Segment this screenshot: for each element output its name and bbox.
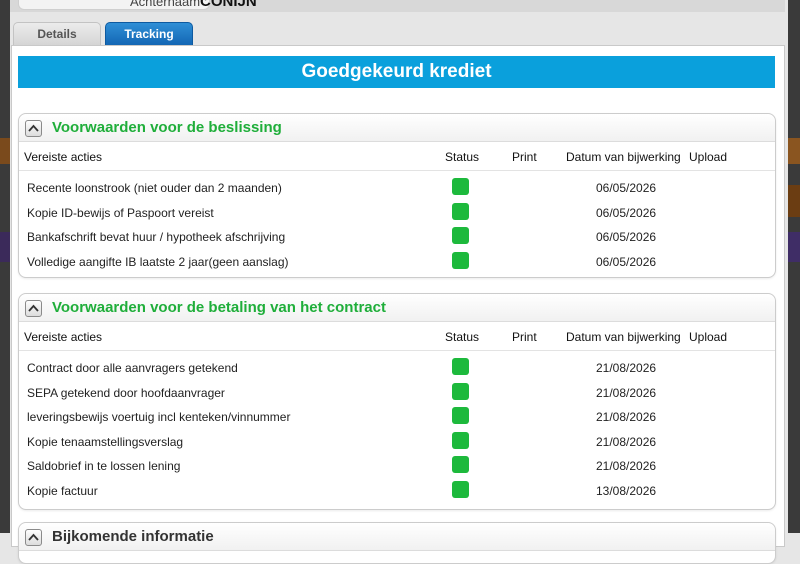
surname-label: Achternaam : <box>130 0 208 9</box>
col-date: Datum van bijwerking <box>566 150 681 164</box>
tab-details[interactable]: Details <box>13 22 101 45</box>
status-indicator <box>452 480 469 498</box>
section-decision-conditions: Voorwaarden voor de beslissing Vereiste … <box>18 113 776 278</box>
table-row: Kopie factuur 13/08/2026 <box>19 478 775 503</box>
col-print: Print <box>512 150 537 164</box>
col-upload: Upload <box>689 330 728 344</box>
section-header: Bijkomende informatie <box>19 523 775 551</box>
col-print: Print <box>512 330 537 344</box>
action-text: Kopie ID-bewijs of Paspoort vereist <box>27 205 214 220</box>
section-title: Voorwaarden voor de betaling van het con… <box>52 299 386 316</box>
status-indicator <box>452 227 469 245</box>
status-indicator <box>452 178 469 195</box>
surname-field: Achternaam : CONIJN <box>10 0 785 12</box>
action-text: Kopie tenaamstellingsverslag <box>27 434 184 449</box>
update-date: 13/08/2026 <box>596 483 657 498</box>
update-date: 21/08/2026 <box>596 361 657 375</box>
right-edge <box>788 0 800 533</box>
status-indicator <box>452 407 469 425</box>
action-text: leveringsbewijs voertuig incl kenteken/v… <box>27 410 291 425</box>
update-date: 06/05/2026 <box>596 205 657 220</box>
col-status: Status <box>445 150 480 164</box>
table-row: Kopie ID-bewijs of Paspoort vereist 06/0… <box>19 200 775 225</box>
section-payment-conditions: Voorwaarden voor de betaling van het con… <box>18 293 776 510</box>
action-text: Volledige aangifte IB laatste 2 jaar(gee… <box>27 254 289 269</box>
left-edge <box>0 0 10 533</box>
section-title: Bijkomende informatie <box>52 528 214 545</box>
status-indicator <box>452 202 469 220</box>
table-row: SEPA getekend door hoofdaanvrager 21/08/… <box>19 380 775 405</box>
action-text: Saldobrief in te lossen lening <box>27 459 181 474</box>
update-date: 06/05/2026 <box>596 230 657 245</box>
update-date: 06/05/2026 <box>596 181 657 195</box>
section-additional-info: Bijkomende informatie <box>18 522 776 564</box>
status-indicator <box>452 456 469 474</box>
status-indicator <box>452 358 469 375</box>
update-date: 06/05/2026 <box>596 254 657 269</box>
table-header: Vereiste acties Status Print Datum van b… <box>19 142 775 171</box>
update-date: 21/08/2026 <box>596 434 657 449</box>
table-header: Vereiste acties Status Print Datum van b… <box>19 322 775 351</box>
action-text: Kopie factuur <box>27 483 98 498</box>
col-actions: Vereiste acties <box>24 150 103 164</box>
action-text: SEPA getekend door hoofdaanvrager <box>27 385 225 400</box>
surname-value: CONIJN <box>200 0 257 10</box>
table-row: Recente loonstrook (niet ouder dan 2 maa… <box>19 175 775 200</box>
status-indicator <box>452 251 469 269</box>
section-title: Voorwaarden voor de beslissing <box>52 119 282 136</box>
action-text: Contract door alle aanvragers getekend <box>27 361 238 375</box>
table-row: Contract door alle aanvragers getekend 2… <box>19 355 775 380</box>
update-date: 21/08/2026 <box>596 459 657 474</box>
table-body: Recente loonstrook (niet ouder dan 2 maa… <box>19 171 775 273</box>
chevron-up-icon[interactable] <box>25 529 42 546</box>
section-header: Voorwaarden voor de beslissing <box>19 114 775 142</box>
status-indicator <box>452 431 469 449</box>
approval-banner: Goedgekeurd krediet <box>18 56 775 88</box>
table-row: Saldobrief in te lossen lening 21/08/202… <box>19 453 775 478</box>
tab-tracking[interactable]: Tracking <box>105 22 193 45</box>
tracking-panel: Goedgekeurd krediet Voorwaarden voor de … <box>11 45 785 564</box>
action-text: Bankafschrift bevat huur / hypotheek afs… <box>27 230 286 245</box>
table-row: leveringsbewijs voertuig incl kenteken/v… <box>19 404 775 429</box>
chevron-up-icon[interactable] <box>25 120 42 137</box>
col-actions: Vereiste acties <box>24 330 103 344</box>
table-row: Volledige aangifte IB laatste 2 jaar(gee… <box>19 249 775 274</box>
col-status: Status <box>445 330 480 344</box>
section-header: Voorwaarden voor de betaling van het con… <box>19 294 775 322</box>
update-date: 21/08/2026 <box>596 410 657 425</box>
chevron-up-icon[interactable] <box>25 300 42 317</box>
status-indicator <box>452 382 469 400</box>
col-upload: Upload <box>689 150 728 164</box>
table-row: Kopie tenaamstellingsverslag 21/08/2026 <box>19 429 775 454</box>
action-text: Recente loonstrook (niet ouder dan 2 maa… <box>27 181 282 195</box>
col-date: Datum van bijwerking <box>566 330 681 344</box>
table-body: Contract door alle aanvragers getekend 2… <box>19 351 775 503</box>
table-row: Bankafschrift bevat huur / hypotheek afs… <box>19 224 775 249</box>
update-date: 21/08/2026 <box>596 385 657 400</box>
